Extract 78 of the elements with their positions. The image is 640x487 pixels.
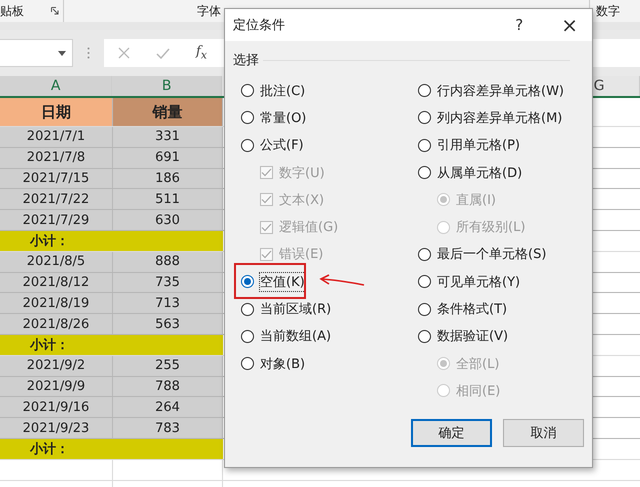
help-button[interactable]: ? xyxy=(515,16,524,34)
table-cell: 186 xyxy=(113,168,223,188)
radio-option[interactable]: 当前区域(R) xyxy=(241,295,332,323)
table-cell: 563 xyxy=(113,314,223,334)
header-cell: 销量 xyxy=(113,98,223,126)
cancel-button[interactable]: 取消 xyxy=(503,418,584,447)
table-cell: 2021/7/8 xyxy=(0,148,113,168)
radio-button-icon[interactable] xyxy=(418,166,431,180)
radio-option[interactable]: 对象(B) xyxy=(241,350,306,378)
radio-button-icon[interactable] xyxy=(418,111,431,124)
radio-option[interactable]: 条件格式(T) xyxy=(418,295,508,323)
header-cell: 日期 xyxy=(0,98,113,126)
radio-option[interactable]: 空值(K) xyxy=(241,268,305,296)
radio-button-icon[interactable] xyxy=(418,275,431,288)
radio-button-icon[interactable] xyxy=(418,302,431,316)
table-cell: 788 xyxy=(113,376,223,396)
radio-button-icon[interactable] xyxy=(418,84,431,98)
annotation-arrow xyxy=(319,274,365,288)
radio-button-icon[interactable] xyxy=(241,302,254,316)
table-cell: 2021/7/29 xyxy=(0,210,113,230)
dropdown-caret-icon[interactable] xyxy=(58,50,66,56)
table-cell: 2021/9/23 xyxy=(0,418,113,438)
radio-button-icon[interactable] xyxy=(241,330,254,343)
insert-function-button[interactable]: f$_{x}$ xyxy=(196,44,207,62)
group-label: 选择 xyxy=(233,52,259,69)
table-cell: 331 xyxy=(113,127,223,147)
table-cell: 2021/9/16 xyxy=(0,397,113,418)
table-cell: 735 xyxy=(113,272,223,292)
close-button[interactable]: × xyxy=(561,13,578,37)
radio-option[interactable]: 数据验证(V) xyxy=(418,322,508,350)
radio-option[interactable]: 批注(C) xyxy=(241,77,306,104)
radio-option[interactable]: 行内容差异单元格(W) xyxy=(418,77,564,104)
dialog-title: 定位条件 xyxy=(233,17,286,34)
radio-button-icon[interactable] xyxy=(241,111,254,124)
table-cell: 2021/8/19 xyxy=(0,293,113,314)
radio-option[interactable]: 列内容差异单元格(M) xyxy=(418,104,562,132)
radio-button-icon[interactable] xyxy=(241,138,254,152)
radio-button-icon[interactable] xyxy=(241,275,254,288)
subtotal-cell: 小计： xyxy=(0,230,223,251)
table-cell: 264 xyxy=(113,397,223,418)
table-cell: 2021/9/2 xyxy=(0,356,113,376)
ribbon-group-label: 字体 xyxy=(197,2,221,20)
radio-option[interactable]: 公式(F) xyxy=(241,132,304,159)
table-cell: 2021/8/26 xyxy=(0,314,113,334)
radio-button-icon[interactable] xyxy=(418,248,431,261)
radio-option[interactable]: 常量(O) xyxy=(241,104,306,132)
radio-option[interactable]: 可见单元格(Y) xyxy=(418,268,520,296)
radio-option[interactable]: 从属单元格(D) xyxy=(418,158,522,186)
drag-handle-icon[interactable] xyxy=(87,47,90,59)
ribbon-group-label: 贴板 xyxy=(0,2,24,20)
radio-option[interactable]: 引用单元格(P) xyxy=(418,132,520,159)
table-cell: 2021/7/15 xyxy=(0,168,113,188)
radio-button-icon[interactable] xyxy=(418,138,431,152)
table-cell: 2021/9/9 xyxy=(0,376,113,396)
table-cell: 713 xyxy=(113,293,223,314)
ok-button[interactable]: 确定 xyxy=(411,418,492,447)
table-cell: 888 xyxy=(113,252,223,272)
table-cell: 2021/8/12 xyxy=(0,272,113,292)
radio-button-icon[interactable] xyxy=(241,84,254,98)
table-cell: 630 xyxy=(113,210,223,230)
radio-button-icon[interactable] xyxy=(418,330,431,343)
radio-option[interactable]: 当前数组(A) xyxy=(241,322,332,350)
table-cell: 511 xyxy=(113,189,223,210)
check-icon[interactable] xyxy=(156,48,170,58)
subtotal-cell: 小计： xyxy=(0,334,223,355)
radio-button-icon[interactable] xyxy=(241,357,254,370)
table-cell: 2021/7/1 xyxy=(0,127,113,147)
table-cell: 255 xyxy=(113,356,223,376)
table-cell: 783 xyxy=(113,418,223,438)
subtotal-cell: 小计： xyxy=(0,438,223,459)
radio-option[interactable]: 最后一个单元格(S) xyxy=(418,240,546,268)
table-cell: 2021/8/5 xyxy=(0,252,113,272)
table-cell: 691 xyxy=(113,148,223,168)
ribbon-group-label: 数字 xyxy=(596,2,620,20)
column-header[interactable]: B xyxy=(112,76,222,96)
column-header[interactable]: A xyxy=(0,76,112,96)
dialog-launcher-icon[interactable] xyxy=(51,7,59,15)
table-cell: 2021/7/22 xyxy=(0,189,113,210)
